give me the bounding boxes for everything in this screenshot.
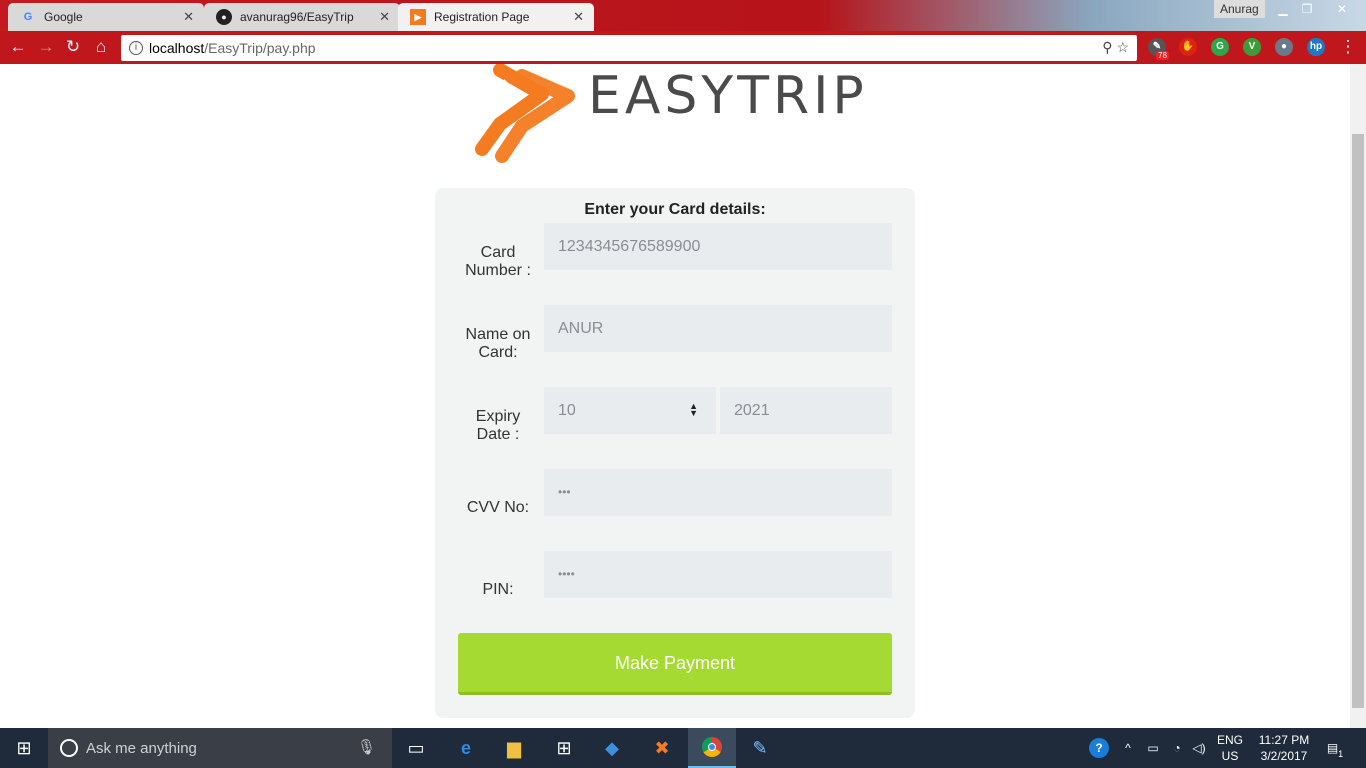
card-details-form: Enter your Card details: Card Number : 1…: [435, 188, 915, 718]
chrome-icon: [702, 737, 722, 757]
lang-line: ENG: [1216, 733, 1243, 747]
notification-count: 1: [1338, 749, 1344, 759]
menu-icon[interactable]: ⋮: [1338, 37, 1358, 57]
name-on-card-input[interactable]: ANUR: [544, 305, 892, 352]
chevron-up-icon[interactable]: ^: [1118, 728, 1138, 768]
windows-start-icon[interactable]: ⊞: [0, 728, 48, 768]
extension-badge: 78: [1156, 51, 1169, 60]
back-icon[interactable]: ←: [8, 37, 28, 57]
address-bar[interactable]: i localhost /EasyTrip/pay.php ⚲ ☆: [121, 35, 1137, 61]
label-line: Date :: [476, 426, 520, 443]
tab-registration-page[interactable]: ▶ Registration Page ✕: [398, 3, 594, 31]
close-icon[interactable]: ✕: [183, 9, 194, 25]
close-icon[interactable]: ✕: [573, 9, 584, 25]
pin-label: PIN:: [482, 581, 514, 598]
bookmark-star-icon[interactable]: ⚲ ☆: [1102, 39, 1129, 56]
browser-tab-strip: G Google ✕ ● avanurag96/EasyTrip ✕ ▶ Reg…: [0, 0, 1366, 31]
clock-date: 3/2/2017: [1260, 749, 1308, 763]
expiry-date-label: Expiry Date :: [453, 408, 543, 444]
forward-icon[interactable]: →: [36, 37, 56, 57]
task-view-icon[interactable]: ▭: [392, 728, 440, 768]
url-path: /EasyTrip/pay.php: [204, 40, 316, 56]
battery-icon[interactable]: ▭: [1142, 728, 1164, 768]
spinner-arrows-icon[interactable]: ▲ ▼: [689, 402, 698, 418]
tab-github[interactable]: ● avanurag96/EasyTrip ✕: [204, 3, 400, 31]
cvv-input[interactable]: •••: [544, 469, 892, 516]
name-on-card-label: Name on Card:: [453, 326, 543, 362]
tab-label: Google: [44, 10, 83, 24]
easytrip-favicon: ▶: [410, 9, 426, 25]
clock-time: 11:27 PM: [1258, 733, 1310, 747]
label-line: Card:: [478, 344, 518, 361]
chrome-taskbar-icon[interactable]: [688, 728, 736, 768]
help-icon[interactable]: ?: [1086, 728, 1112, 768]
label-line: Expiry: [475, 408, 521, 425]
browser-toolbar: ← → ↻ ⌂ i localhost /EasyTrip/pay.php ⚲ …: [0, 31, 1366, 64]
edge-icon[interactable]: e: [442, 728, 490, 768]
close-window-icon[interactable]: ✕: [1322, 0, 1362, 18]
language-indicator[interactable]: ENG US: [1214, 732, 1246, 764]
pin-input[interactable]: ••••: [544, 551, 892, 598]
label-line: Name on: [465, 326, 531, 343]
expiry-month-select[interactable]: 10 ▲ ▼: [544, 387, 716, 434]
cvv-label: CVV No:: [466, 499, 530, 516]
close-icon[interactable]: ✕: [379, 9, 390, 25]
cortana-icon: [60, 739, 78, 757]
bulb-extension-icon[interactable]: ●: [1275, 38, 1293, 56]
github-icon: ●: [216, 9, 232, 25]
page-scrollbar[interactable]: [1350, 64, 1366, 728]
tab-label: avanurag96/EasyTrip: [240, 10, 354, 24]
profile-button[interactable]: Anurag: [1214, 0, 1265, 18]
form-title: Enter your Card details:: [584, 201, 766, 218]
grammarly-icon[interactable]: G: [1211, 38, 1229, 56]
logo-chevrons-icon: [475, 64, 575, 163]
restore-icon[interactable]: ❐: [1292, 0, 1322, 18]
dropbox-icon[interactable]: ◆: [588, 728, 636, 768]
make-payment-button[interactable]: Make Payment: [458, 633, 892, 695]
microphone-icon[interactable]: 🎙: [357, 738, 376, 756]
file-explorer-icon[interactable]: ▆: [490, 728, 538, 768]
easytrip-logo: EASYTRIP: [460, 64, 900, 168]
reload-icon[interactable]: ↻: [63, 37, 83, 57]
page-content: EASYTRIP Enter your Card details: Card N…: [0, 64, 1350, 728]
label-line: Card: [480, 244, 516, 261]
expiry-month-value: 10: [558, 402, 576, 419]
info-icon[interactable]: i: [129, 41, 143, 55]
tab-google[interactable]: G Google ✕: [8, 3, 204, 31]
notifications-icon[interactable]: ▤ 1: [1322, 728, 1348, 768]
label-line: Number :: [465, 262, 531, 279]
volume-icon[interactable]: ◁): [1188, 728, 1210, 768]
lang-line: US: [1221, 749, 1239, 763]
google-icon: G: [23, 11, 33, 23]
scrollbar-thumb[interactable]: [1352, 134, 1364, 708]
tab-label: Registration Page: [434, 10, 530, 24]
logo-text: EASYTRIP: [588, 66, 868, 126]
home-icon[interactable]: ⌂: [91, 37, 111, 57]
card-number-label: Card Number :: [453, 244, 543, 280]
url-host: localhost: [149, 40, 205, 56]
card-number-input[interactable]: 1234345676589900: [544, 223, 892, 270]
store-icon[interactable]: ⊞: [540, 728, 588, 768]
paint-icon[interactable]: ✎: [736, 728, 784, 768]
wifi-icon[interactable]: ◔: [1166, 728, 1188, 768]
expiry-year-input[interactable]: 2021: [720, 387, 892, 434]
adblock-icon[interactable]: ✋: [1179, 38, 1197, 56]
shield-extension-icon[interactable]: V: [1243, 38, 1261, 56]
cortana-search-box[interactable]: Ask me anything 🎙: [48, 728, 392, 768]
system-clock[interactable]: 11:27 PM 3/2/2017: [1246, 732, 1322, 764]
hp-icon[interactable]: hp: [1307, 38, 1325, 56]
search-placeholder: Ask me anything: [86, 739, 197, 757]
windows-taskbar: ⊞ Ask me anything 🎙 ▭ e ▆ ⊞ ◆ ✖ ✎ ? ^ ▭ …: [0, 728, 1366, 768]
xampp-icon[interactable]: ✖: [638, 728, 686, 768]
